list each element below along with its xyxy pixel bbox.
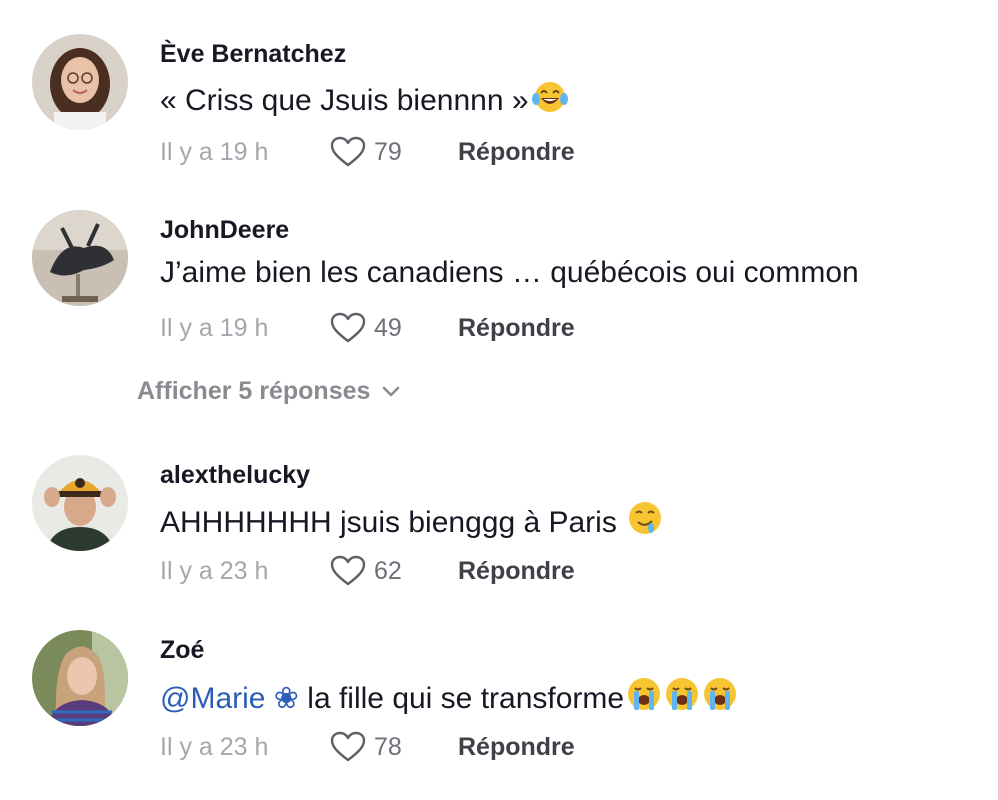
heart-icon	[330, 555, 366, 586]
comment-username[interactable]: alexthelucky	[160, 461, 310, 490]
comment-text: AHHHHHHH jsuis bienggg à Paris	[160, 500, 663, 544]
mention-link[interactable]: @Marie	[160, 682, 265, 715]
drooling-face-emoji	[627, 500, 663, 544]
comment-username[interactable]: Zoé	[160, 636, 204, 665]
comment-text-body: AHHHHHHH jsuis bienggg à Paris	[160, 506, 626, 539]
comment-username[interactable]: Ève Bernatchez	[160, 40, 346, 69]
comment-time: Il y a 23 h	[160, 732, 269, 761]
heart-icon	[330, 312, 366, 343]
like-button[interactable]: 79	[330, 136, 458, 168]
loudly-crying-emoji	[702, 676, 738, 720]
show-replies-button[interactable]: Afficher 5 réponses	[137, 377, 400, 406]
like-count: 79	[374, 137, 402, 166]
avatar[interactable]	[32, 34, 128, 130]
avatar[interactable]	[32, 455, 128, 551]
comment-text-body: « Criss que Jsuis biennnn »	[160, 84, 529, 117]
comment-meta: Il y a 23 h 62 Répondre	[160, 551, 575, 591]
like-button[interactable]: 62	[330, 555, 458, 587]
comment-time: Il y a 19 h	[160, 313, 269, 342]
comment-time: Il y a 19 h	[160, 137, 269, 166]
chevron-down-icon	[383, 386, 400, 396]
reply-button[interactable]: Répondre	[458, 557, 575, 586]
like-count: 62	[374, 556, 402, 585]
mention-flower: ❀	[265, 682, 308, 715]
show-replies-label: Afficher 5 réponses	[137, 377, 371, 405]
reply-button[interactable]: Répondre	[458, 733, 575, 762]
comment-meta: Il y a 19 h 49 Répondre	[160, 308, 575, 348]
comment-time: Il y a 23 h	[160, 556, 269, 585]
heart-icon	[330, 136, 366, 167]
avatar[interactable]	[32, 210, 128, 306]
comment-meta: Il y a 23 h 78 Répondre	[160, 727, 575, 767]
comment-text-body: la fille qui se transforme	[307, 682, 625, 715]
reply-button[interactable]: Répondre	[458, 138, 575, 167]
tears-of-joy-emoji	[531, 80, 569, 122]
like-button[interactable]: 78	[330, 731, 458, 763]
like-count: 78	[374, 732, 402, 761]
loudly-crying-emoji	[664, 676, 700, 720]
reply-button[interactable]: Répondre	[458, 314, 575, 343]
like-button[interactable]: 49	[330, 312, 458, 344]
comment-text: @Marie ❀ la fille qui se transforme	[160, 676, 738, 720]
like-count: 49	[374, 313, 402, 342]
comment-text: J’aime bien les canadiens … québécois ou…	[160, 256, 859, 290]
comment-meta: Il y a 19 h 79 Répondre	[160, 132, 575, 172]
comment-text: « Criss que Jsuis biennnn »	[160, 80, 569, 122]
heart-icon	[330, 731, 366, 762]
comment-username[interactable]: JohnDeere	[160, 216, 289, 245]
loudly-crying-emoji	[626, 676, 662, 720]
avatar[interactable]	[32, 630, 128, 726]
comment-text-body: J’aime bien les canadiens … québécois ou…	[160, 256, 859, 289]
